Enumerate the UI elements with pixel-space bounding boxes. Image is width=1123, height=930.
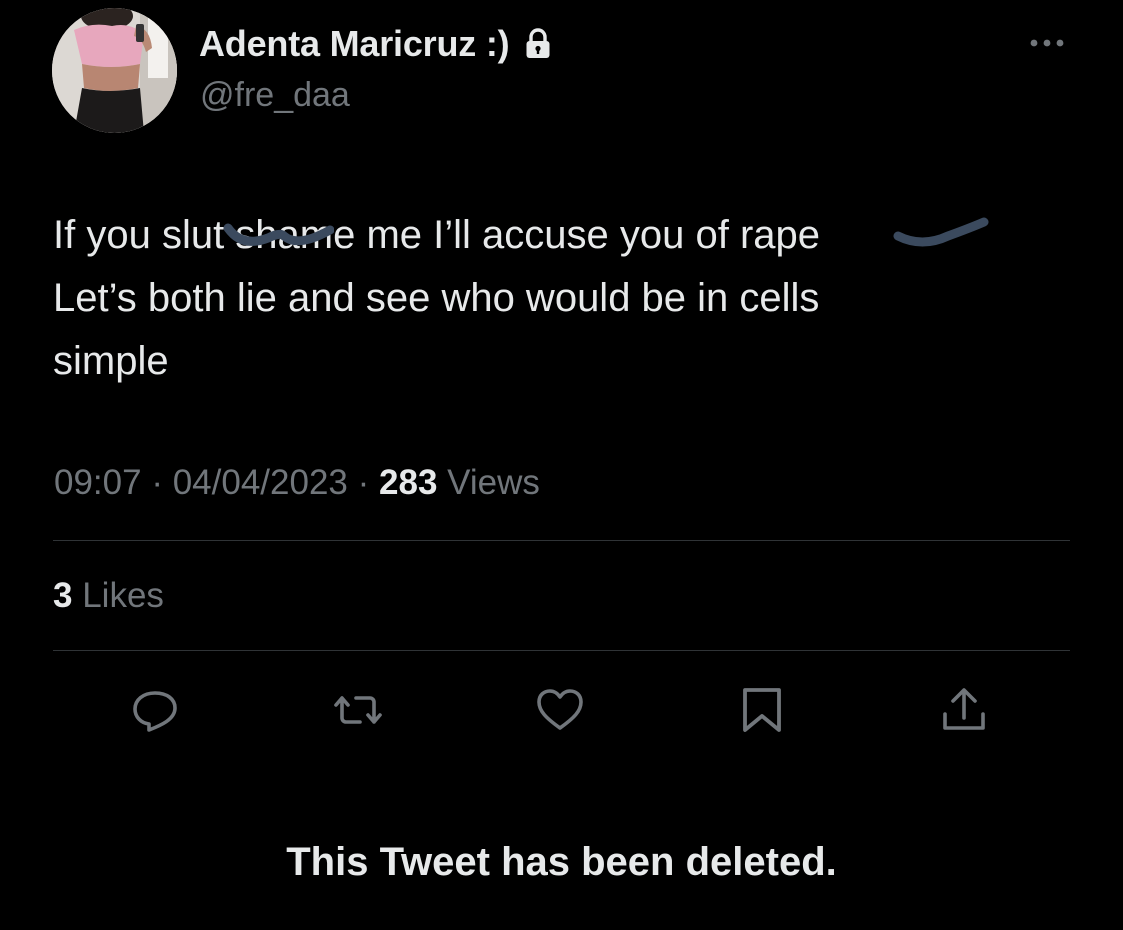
divider <box>53 650 1070 651</box>
deleted-tweet-notice: This Tweet has been deleted. <box>286 840 837 884</box>
more-horizontal-icon[interactable] <box>1026 30 1068 56</box>
tweet-detail-view: Adenta Maricruz :) @fre_daa If you slut … <box>0 0 1123 930</box>
lock-icon <box>521 27 555 61</box>
author-name-row[interactable]: Adenta Maricruz :) <box>199 20 555 68</box>
views-label: Views <box>447 463 540 502</box>
author-handle[interactable]: @fre_daa <box>200 76 350 115</box>
bookmark-icon <box>743 688 781 732</box>
likes-label: Likes <box>82 576 164 615</box>
tweet-time[interactable]: 09:07 <box>54 463 142 502</box>
retweet-button[interactable] <box>332 684 384 736</box>
likes-count: 3 <box>53 576 73 615</box>
retweet-icon <box>334 696 382 724</box>
author-display-name[interactable]: Adenta Maricruz :) <box>199 23 510 65</box>
share-icon <box>943 688 985 730</box>
reply-button[interactable] <box>129 684 181 736</box>
like-button[interactable] <box>534 684 586 736</box>
avatar[interactable] <box>52 8 177 133</box>
reply-icon <box>133 691 177 732</box>
tweet-meta: 09:07 · 04/04/2023 · 283 Views <box>54 463 540 503</box>
tweet-text: If you slut shame me I’ll accuse you of … <box>53 213 821 383</box>
heart-icon <box>537 689 583 730</box>
likes-stat[interactable]: 3 Likes <box>53 576 164 616</box>
share-button[interactable] <box>938 684 990 736</box>
tweet-date[interactable]: 04/04/2023 <box>173 463 348 502</box>
profile-photo <box>52 8 177 133</box>
divider <box>53 540 1070 541</box>
views-count: 283 <box>379 463 438 502</box>
bookmark-button[interactable] <box>736 684 788 736</box>
separator: · <box>357 463 370 502</box>
separator: · <box>151 463 163 502</box>
